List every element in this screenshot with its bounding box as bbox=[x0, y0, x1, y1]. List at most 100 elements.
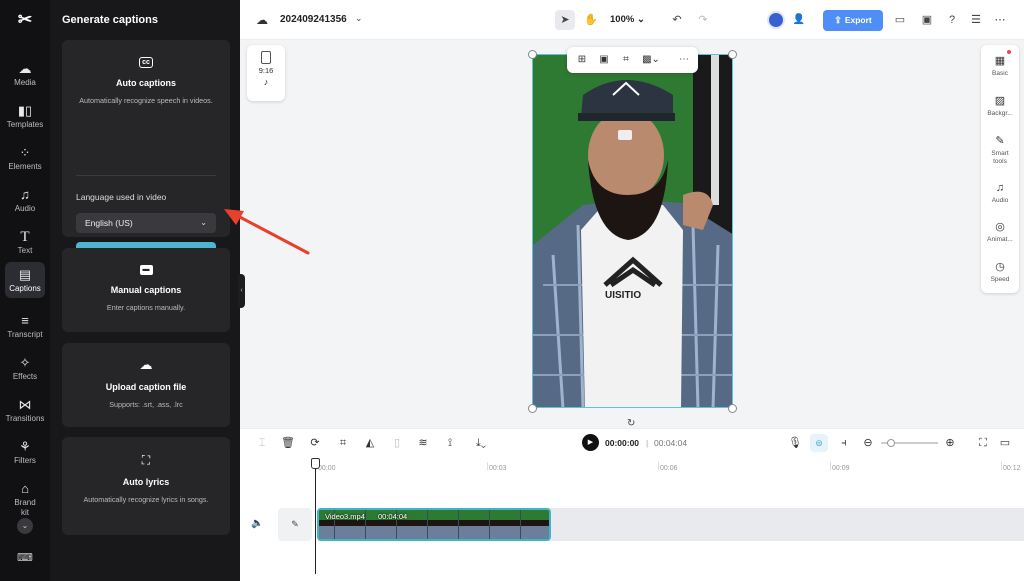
zoom-slider-knob[interactable] bbox=[886, 439, 895, 447]
media-icon: ☁ bbox=[18, 61, 32, 76]
keyboard-icon[interactable]: ⌨ bbox=[17, 551, 33, 565]
loop-icon[interactable]: ⟳ bbox=[308, 436, 322, 450]
trim-icon[interactable]: ⟟ bbox=[443, 436, 457, 450]
total-time: 00:04:04 bbox=[654, 438, 688, 448]
clip-thumbnail bbox=[443, 510, 458, 539]
auto-lyrics-card[interactable]: ⛶ Auto lyrics Automatically recognize ly… bbox=[62, 437, 230, 535]
microphone-icon[interactable]: 🎙 bbox=[788, 436, 802, 450]
delete-icon[interactable]: 🗑 bbox=[281, 436, 295, 450]
rail-expand-chevron-icon[interactable]: ⌄ bbox=[17, 518, 33, 534]
add-collaborator-icon[interactable]: 👤 bbox=[790, 11, 808, 29]
comment-icon[interactable]: ▭ bbox=[998, 436, 1012, 450]
select-pointer-icon[interactable]: ➤ bbox=[555, 10, 575, 30]
rail-item-captions[interactable]: ▤ Captions bbox=[5, 262, 45, 298]
help-icon[interactable]: ? bbox=[942, 10, 962, 30]
ruler-label: 00:03 bbox=[489, 465, 507, 472]
hand-pan-icon[interactable]: ✋ bbox=[581, 10, 601, 30]
zoom-in-icon[interactable]: ⊕ bbox=[943, 436, 957, 450]
playhead[interactable] bbox=[315, 468, 316, 574]
zoom-dropdown[interactable]: 100% ⌄ bbox=[610, 14, 645, 25]
download-icon[interactable]: ⤓⌄ bbox=[470, 436, 492, 450]
ruler-tick bbox=[658, 462, 659, 470]
more-options-icon[interactable]: ⋯ bbox=[990, 10, 1010, 30]
upload-caption-title: Upload caption file bbox=[105, 382, 187, 392]
avatar[interactable] bbox=[767, 11, 785, 29]
resize-handle-bottom-left[interactable] bbox=[528, 404, 537, 413]
language-select[interactable]: English (US) ⌄ bbox=[76, 213, 216, 233]
resize-handle-bottom-right[interactable] bbox=[728, 404, 737, 413]
aspect-ratio-card[interactable]: 9:16 ♪ bbox=[247, 45, 285, 101]
lyrics-icon: ⛶ bbox=[141, 453, 151, 467]
rail-item-filters[interactable]: ⚘ Filters bbox=[5, 434, 45, 474]
flip-icon[interactable]: ◭ bbox=[363, 436, 377, 450]
tab-basic[interactable]: ▦ Basic bbox=[981, 54, 1019, 78]
project-name[interactable]: 202409241356 bbox=[280, 14, 347, 25]
tab-smart-tools[interactable]: ✎ Smart tools bbox=[981, 134, 1019, 166]
ruler-label: 00:09 bbox=[832, 465, 850, 472]
upload-icon: ⇪ bbox=[834, 15, 842, 25]
rail-item-media[interactable]: ☁ Media bbox=[5, 56, 45, 96]
play-button[interactable]: ▶ bbox=[582, 434, 599, 451]
manual-captions-title: Manual captions bbox=[110, 285, 182, 295]
capcut-logo-icon[interactable]: ✂ bbox=[14, 10, 36, 30]
upload-caption-card[interactable]: ☁ Upload caption file Supports: .srt, .a… bbox=[62, 343, 230, 427]
rail-item-transcript[interactable]: ≡ Transcript bbox=[5, 308, 45, 348]
redo-icon[interactable]: ↷ bbox=[693, 10, 713, 30]
collapse-panel-handle[interactable]: ‹ bbox=[238, 274, 245, 308]
track-volume-icon[interactable]: 🔈 bbox=[251, 518, 263, 529]
tab-background[interactable]: ▨ Backgr... bbox=[981, 94, 1019, 118]
rail-item-transitions[interactable]: ⋈ Transitions bbox=[5, 392, 45, 432]
ruler-label: 00:00 bbox=[318, 465, 336, 472]
video-preview[interactable]: UISITIO bbox=[532, 54, 733, 408]
rail-item-brand-kit[interactable]: ⌂ Brand kit bbox=[5, 476, 45, 517]
effects-icon: ✧ bbox=[19, 355, 31, 370]
auto-snap-toggle[interactable]: ⊜ bbox=[810, 434, 828, 452]
tab-audio[interactable]: ♫ Audio bbox=[981, 181, 1019, 205]
crop-icon[interactable]: ⌗ bbox=[336, 436, 350, 450]
transitions-icon: ⋈ bbox=[18, 397, 32, 412]
annotation-arrow-icon bbox=[224, 209, 310, 255]
clip-thumbnail bbox=[458, 510, 474, 539]
adjust-icon[interactable]: ≋ bbox=[416, 436, 430, 450]
text-icon: T bbox=[20, 229, 30, 245]
image-options-icon[interactable]: ▩⌄ bbox=[641, 53, 661, 67]
present-screen-icon[interactable]: ▭ bbox=[890, 10, 910, 30]
resize-handle-top-right[interactable] bbox=[728, 50, 737, 59]
track-edit-icon[interactable]: ✎ bbox=[278, 508, 312, 541]
floating-toolbar: ⊞ ▣ ⌗ ▩⌄ ⋯ bbox=[567, 47, 698, 73]
more-options-icon[interactable]: ⋯ bbox=[677, 53, 691, 67]
undo-icon[interactable]: ↶ bbox=[667, 10, 687, 30]
playhead-handle[interactable] bbox=[311, 458, 320, 469]
rail-item-audio[interactable]: ♫ Audio bbox=[5, 182, 45, 222]
split-view-icon[interactable]: ⫞ bbox=[837, 436, 851, 450]
video-clip[interactable]: Video3.mp4 00:04:04 bbox=[317, 508, 551, 541]
frame-icon[interactable]: ▣ bbox=[597, 53, 611, 67]
language-select-value: English (US) bbox=[85, 218, 133, 228]
clip-thumbnail bbox=[427, 510, 443, 539]
zoom-out-icon[interactable]: ⊖ bbox=[861, 436, 875, 450]
elements-icon: ⁘ bbox=[19, 145, 31, 160]
rail-item-text[interactable]: T Text bbox=[5, 224, 45, 264]
rail-item-effects[interactable]: ✧ Effects bbox=[5, 350, 45, 390]
auto-lyrics-title: Auto lyrics bbox=[122, 477, 170, 487]
add-image-icon[interactable]: ⊞ bbox=[575, 53, 589, 67]
layers-icon[interactable]: ☰ bbox=[966, 10, 986, 30]
mirror-icon[interactable]: ▯ bbox=[390, 436, 404, 450]
ruler-tick bbox=[1001, 462, 1002, 470]
rail-item-templates[interactable]: ▮▯ Templates bbox=[5, 98, 45, 138]
review-icon[interactable]: ▣ bbox=[917, 10, 937, 30]
clip-duration: 00:04:04 bbox=[378, 512, 408, 521]
crop-icon[interactable]: ⌗ bbox=[619, 53, 633, 67]
tab-animation[interactable]: ◎ Animat... bbox=[981, 220, 1019, 244]
resize-handle-top-left[interactable] bbox=[528, 50, 537, 59]
chevron-down-icon[interactable]: ⌄ bbox=[355, 13, 363, 24]
clip-thumbnail bbox=[489, 510, 505, 539]
manual-captions-card[interactable]: ▬ Manual captions Enter captions manuall… bbox=[62, 248, 230, 332]
split-icon[interactable]: ⌶ bbox=[255, 436, 269, 450]
ruler-tick bbox=[487, 462, 488, 470]
export-button[interactable]: ⇪ Export bbox=[823, 10, 883, 31]
divider bbox=[76, 175, 216, 176]
rail-item-elements[interactable]: ⁘ Elements bbox=[5, 140, 45, 180]
fullscreen-icon[interactable]: ⛶ bbox=[976, 436, 990, 450]
tab-speed[interactable]: ◷ Speed bbox=[981, 260, 1019, 284]
